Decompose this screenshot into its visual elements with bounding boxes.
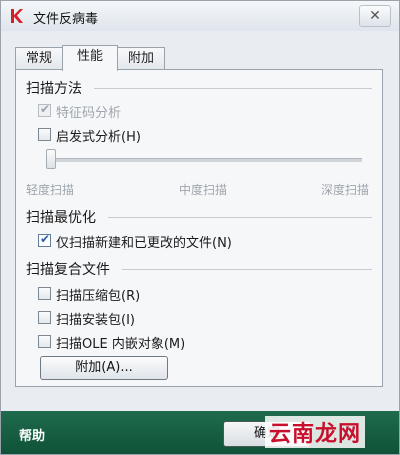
- watermark: 云南龙网: [265, 416, 366, 448]
- checkbox[interactable]: [38, 335, 51, 348]
- window-title: 文件反病毒: [33, 12, 99, 27]
- scan-level-slider-thumb[interactable]: [46, 149, 56, 169]
- slider-label-deep: 深度扫描: [321, 183, 370, 197]
- scan-method-heading: 扫描方法: [26, 81, 82, 97]
- checkbox[interactable]: ✔: [38, 232, 51, 247]
- option-scan-installers[interactable]: 扫描安装包(I): [38, 310, 238, 328]
- tab-panel-performance: 扫描方法 ✔ 特征码分析 启发式分析(H) 轻度扫描 中度扫描 深度扫描 扫描最…: [15, 69, 383, 387]
- close-button[interactable]: ✕: [359, 5, 391, 27]
- checkbox[interactable]: [38, 128, 51, 141]
- slider-label-medium: 中度扫描: [179, 183, 228, 197]
- group-divider: [94, 88, 372, 89]
- group-divider: [122, 269, 372, 270]
- help-link[interactable]: 帮助: [19, 425, 45, 444]
- checkbox[interactable]: [38, 311, 51, 324]
- check-icon: ✔: [39, 232, 51, 246]
- tab-general[interactable]: 常规: [15, 47, 63, 70]
- checkbox[interactable]: ✔: [38, 102, 51, 117]
- option-label: 特征码分析: [56, 106, 122, 121]
- option-label: 扫描压缩包(R): [56, 289, 141, 304]
- option-label: 启发式分析(H): [56, 130, 141, 145]
- option-scan-ole-objects[interactable]: 扫描OLE 内嵌对象(M): [38, 334, 258, 352]
- checkbox[interactable]: [38, 287, 51, 300]
- scan-level-slider-track[interactable]: [46, 158, 362, 162]
- close-icon: ✕: [369, 8, 381, 24]
- option-label: 扫描OLE 内嵌对象(M): [56, 337, 186, 352]
- option-heuristic-analysis[interactable]: 启发式分析(H): [38, 127, 238, 145]
- option-label: 扫描安装包(I): [56, 313, 135, 328]
- file-antivirus-dialog: 文件反病毒 ✕ 常规 性能 附加 扫描方法 ✔ 特征码分析 启发式分析(H) 轻…: [0, 0, 400, 455]
- tab-performance[interactable]: 性能: [62, 45, 118, 71]
- option-scan-new-changed[interactable]: ✔ 仅扫描新建和已更改的文件(N): [38, 232, 298, 251]
- additional-settings-button[interactable]: 附加(A)...: [40, 356, 168, 380]
- check-icon: ✔: [39, 102, 51, 116]
- kaspersky-k-icon: [11, 9, 23, 23]
- option-signature-analysis[interactable]: ✔ 特征码分析: [38, 102, 238, 121]
- title-bar: 文件反病毒 ✕: [1, 1, 399, 31]
- option-label: 仅扫描新建和已更改的文件(N): [56, 236, 232, 251]
- group-divider: [108, 217, 372, 218]
- option-scan-archives[interactable]: 扫描压缩包(R): [38, 286, 238, 304]
- scan-optimization-heading: 扫描最优化: [26, 210, 96, 226]
- slider-label-light: 轻度扫描: [26, 183, 75, 197]
- tab-additional[interactable]: 附加: [117, 47, 165, 70]
- scan-compound-heading: 扫描复合文件: [26, 262, 110, 278]
